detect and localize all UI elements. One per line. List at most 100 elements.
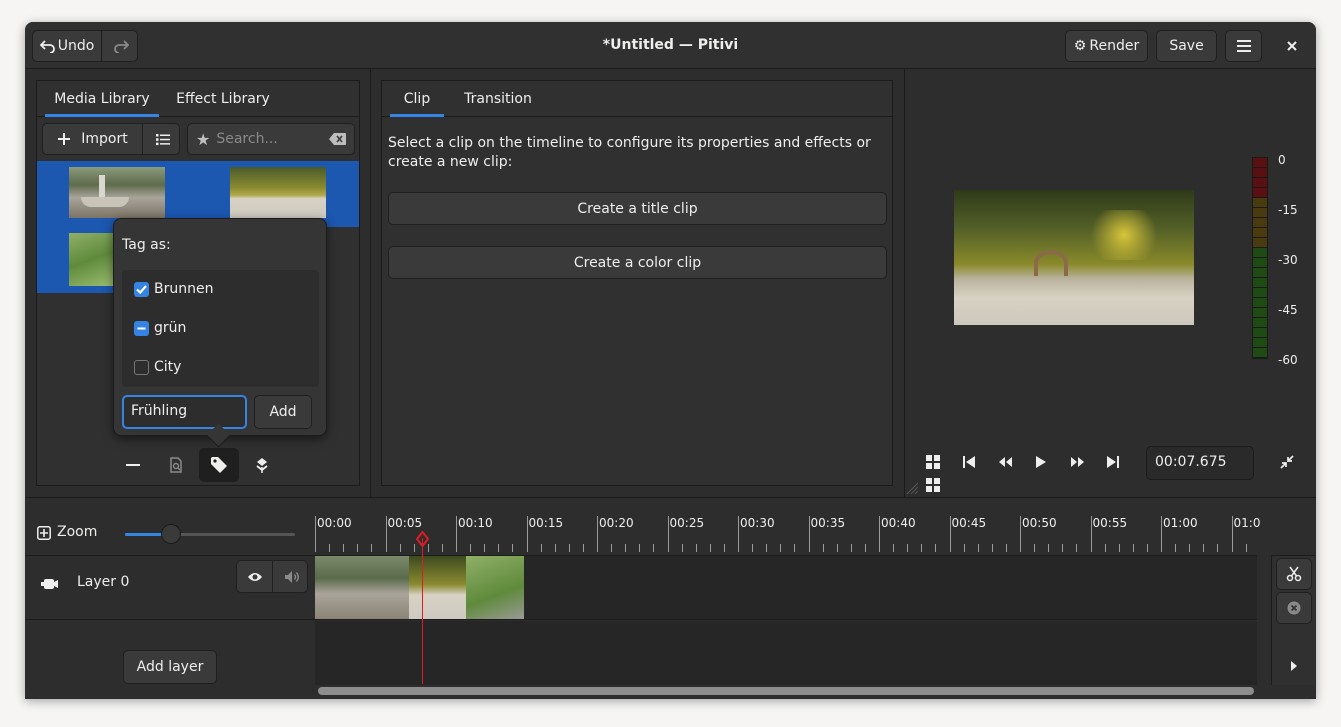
ruler-minor-tick <box>1175 544 1177 552</box>
ruler-label: 00:55 <box>1092 516 1128 530</box>
clip-properties-button[interactable] <box>160 449 192 481</box>
ruler-minor-tick <box>1217 544 1219 552</box>
go-to-start-button[interactable] <box>957 450 981 474</box>
ruler-label: 00:45 <box>951 516 987 530</box>
save-button[interactable]: Save <box>1156 30 1217 62</box>
layer-visibility-button[interactable] <box>237 561 273 592</box>
tag-label-city: City <box>154 359 182 375</box>
layer-track[interactable] <box>315 555 1257 620</box>
fast-forward-button[interactable] <box>1065 450 1089 474</box>
ruler-minor-tick <box>709 544 711 552</box>
render-button[interactable]: ⚙ Render <box>1065 30 1148 62</box>
vu-meter-cell <box>1253 278 1267 287</box>
clip-properties-panel: Clip Transition Select a clip on the tim… <box>381 80 893 486</box>
vu-label-15: -15 <box>1278 203 1298 217</box>
tab-effect-library[interactable]: Effect Library <box>167 81 279 117</box>
vu-meter-cell <box>1253 328 1267 337</box>
rewind-button[interactable] <box>993 450 1017 474</box>
create-color-clip-button[interactable]: Create a color clip <box>388 246 887 279</box>
tag-row-brunnen[interactable]: Brunnen <box>122 270 319 309</box>
media-thumbnail-green[interactable] <box>69 233 113 286</box>
grid-overlay-button[interactable] <box>920 473 946 497</box>
ruler-minor-tick <box>1076 544 1078 552</box>
tab-media-library[interactable]: Media Library <box>45 81 159 117</box>
add-tag-button[interactable]: Add <box>254 395 312 429</box>
render-label: Render <box>1089 38 1140 54</box>
remove-clip-button[interactable] <box>117 449 149 481</box>
insert-at-end-button[interactable] <box>246 449 278 481</box>
ruler-major-tick <box>667 516 669 552</box>
expand-toolbar-button[interactable] <box>1276 650 1312 682</box>
fast-forward-icon <box>1070 457 1084 467</box>
ruler-minor-tick <box>1203 544 1205 552</box>
checkbox-checked-icon[interactable] <box>134 282 149 297</box>
new-tag-input[interactable]: Frühling <box>122 395 247 429</box>
checkbox-mixed-icon[interactable] <box>134 321 149 336</box>
ruler-minor-tick <box>371 544 373 552</box>
ruler-major-tick <box>456 516 457 552</box>
vu-meter-cell <box>1253 218 1267 227</box>
vu-meter-cell <box>1253 338 1267 347</box>
add-layer-button[interactable]: Add layer <box>123 650 217 684</box>
media-thumbnail-spout[interactable] <box>230 167 326 218</box>
ruler-label: 01:00 <box>1163 516 1198 530</box>
timeline-clip[interactable] <box>315 556 524 619</box>
ruler-minor-tick <box>568 544 570 552</box>
empty-track-area[interactable] <box>315 621 1257 685</box>
layer-name[interactable]: Layer 0 <box>77 574 129 590</box>
tag-row-city[interactable]: City <box>122 348 319 387</box>
go-to-end-button[interactable] <box>1101 450 1125 474</box>
checkbox-unchecked-icon[interactable] <box>134 360 149 375</box>
delete-clip-button[interactable] <box>1276 592 1312 624</box>
undock-viewer-button[interactable] <box>1275 450 1299 474</box>
timeline-area: Zoom 00:00 00:05 00:10 00:15 00:20 00:25 00:30… <box>25 497 1316 699</box>
create-title-clip-button[interactable]: Create a title clip <box>388 192 887 225</box>
ruler-major-tick <box>879 516 880 552</box>
layer-toggle-group <box>236 560 308 593</box>
layer-audio-button[interactable] <box>274 561 309 592</box>
vu-label-30: -30 <box>1278 253 1298 267</box>
tag-icon <box>211 457 227 473</box>
skip-backward-icon <box>963 456 975 468</box>
zoom-slider-handle[interactable] <box>160 524 181 544</box>
yellow-flowers <box>1084 210 1164 260</box>
media-thumbnail-fountain[interactable] <box>69 167 165 218</box>
resize-grip-icon[interactable] <box>905 481 919 495</box>
list-view-button[interactable] <box>144 124 181 154</box>
timeline-scrollbar[interactable] <box>318 687 1254 695</box>
zoom-slider-track[interactable] <box>125 524 295 544</box>
timecode-entry[interactable]: 00:07.675 <box>1146 446 1254 480</box>
zoom-fit-icon[interactable] <box>37 526 51 540</box>
close-button[interactable] <box>1276 30 1308 62</box>
create-title-clip-label: Create a title clip <box>577 200 698 217</box>
document-search-icon <box>170 457 182 473</box>
tab-transition[interactable]: Transition <box>452 81 544 117</box>
tag-row-gruen[interactable]: grün <box>122 309 319 348</box>
split-clip-button[interactable] <box>1276 558 1312 590</box>
ruler-minor-tick <box>766 544 768 552</box>
vu-meter-cell <box>1253 308 1267 317</box>
vu-meter-cell <box>1253 198 1267 207</box>
clear-search-icon[interactable] <box>329 133 346 145</box>
safe-area-button[interactable] <box>921 450 945 474</box>
search-field[interactable]: ★ Search... <box>187 123 355 155</box>
grid-icon <box>926 478 940 492</box>
rewind-icon <box>998 457 1012 467</box>
add-layer-label: Add layer <box>136 659 204 675</box>
playhead-marker-icon[interactable] <box>416 531 429 547</box>
main-menu-button[interactable] <box>1225 30 1262 62</box>
viewer-area: 0 -15 -30 -45 -60 <box>905 69 1316 497</box>
ruler-minor-tick <box>611 544 613 552</box>
import-button[interactable]: Import <box>43 124 143 154</box>
ruler-label: 00:20 <box>599 516 634 530</box>
clip-frame-fountain <box>315 556 409 619</box>
video-camera-icon <box>41 579 58 589</box>
tab-clip[interactable]: Clip <box>390 81 444 117</box>
tag-button[interactable] <box>199 448 239 482</box>
play-button[interactable] <box>1029 450 1053 474</box>
vu-meter-cell <box>1253 258 1267 267</box>
video-preview <box>954 190 1194 325</box>
clip-frame-green <box>466 556 524 619</box>
ruler-minor-tick <box>921 544 923 552</box>
timeline-ruler[interactable]: 00:00 00:05 00:10 00:15 00:20 00:25 00:30 00:35… <box>315 516 1260 552</box>
